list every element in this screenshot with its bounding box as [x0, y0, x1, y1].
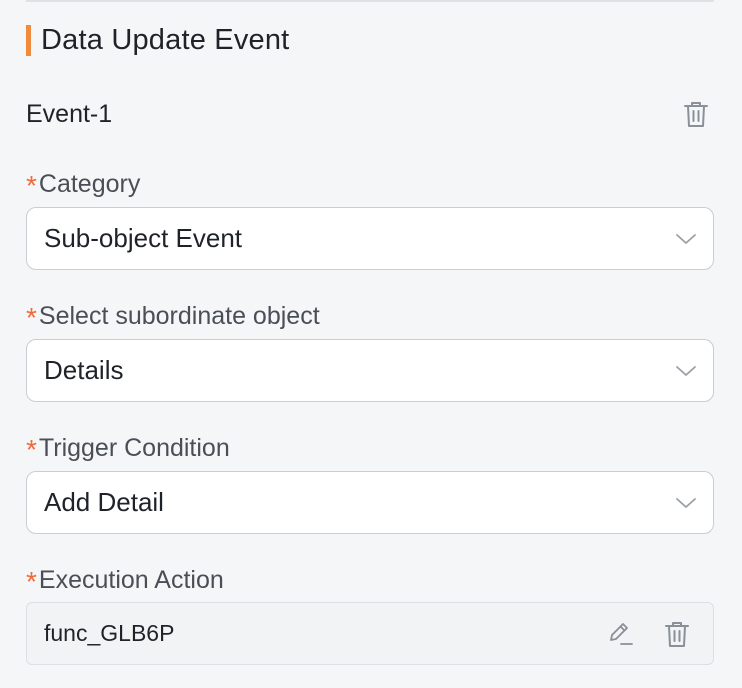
trash-icon — [684, 102, 708, 127]
delete-event-button[interactable] — [678, 96, 714, 132]
trash-icon — [665, 621, 689, 647]
trigger-condition-select[interactable]: Add Detail — [26, 471, 714, 534]
event-row: Event-1 — [26, 96, 714, 132]
category-value: Sub-object Event — [44, 223, 243, 253]
edit-action-button[interactable] — [603, 616, 639, 652]
divider — [26, 0, 714, 2]
chevron-down-icon — [676, 233, 696, 244]
category-select[interactable]: Sub-object Event — [26, 207, 714, 270]
subordinate-object-label-text: Select subordinate object — [38, 301, 320, 330]
section-title: Data Update Event — [41, 23, 290, 56]
required-marker: * — [26, 302, 37, 333]
trigger-condition-value: Add Detail — [44, 487, 164, 517]
execution-action-label: * Execution Action — [26, 564, 224, 598]
trigger-condition-label-text: Trigger Condition — [38, 433, 230, 462]
execution-action-value: func_GLB6P — [44, 620, 175, 646]
required-marker: * — [26, 566, 37, 597]
execution-action-field: func_GLB6P — [26, 602, 714, 665]
required-marker: * — [26, 170, 37, 201]
subordinate-object-select[interactable]: Details — [26, 339, 714, 402]
execution-action-controls — [603, 616, 695, 652]
execution-action-label-text: Execution Action — [38, 565, 224, 594]
section-header: Data Update Event — [26, 23, 289, 57]
accent-bar — [26, 24, 31, 56]
subordinate-object-value: Details — [44, 355, 124, 385]
delete-action-button[interactable] — [659, 616, 695, 652]
trigger-condition-label: * Trigger Condition — [26, 432, 230, 466]
subordinate-object-label: * Select subordinate object — [26, 300, 320, 334]
category-label-text: Category — [38, 169, 141, 198]
chevron-down-icon — [676, 365, 696, 376]
category-label: * Category — [26, 168, 141, 202]
chevron-down-icon — [676, 497, 696, 508]
required-marker: * — [26, 434, 37, 465]
data-update-event-panel: Data Update Event Event-1 * Category Sub… — [0, 0, 742, 688]
edit-icon — [610, 622, 633, 645]
event-name: Event-1 — [26, 99, 113, 128]
